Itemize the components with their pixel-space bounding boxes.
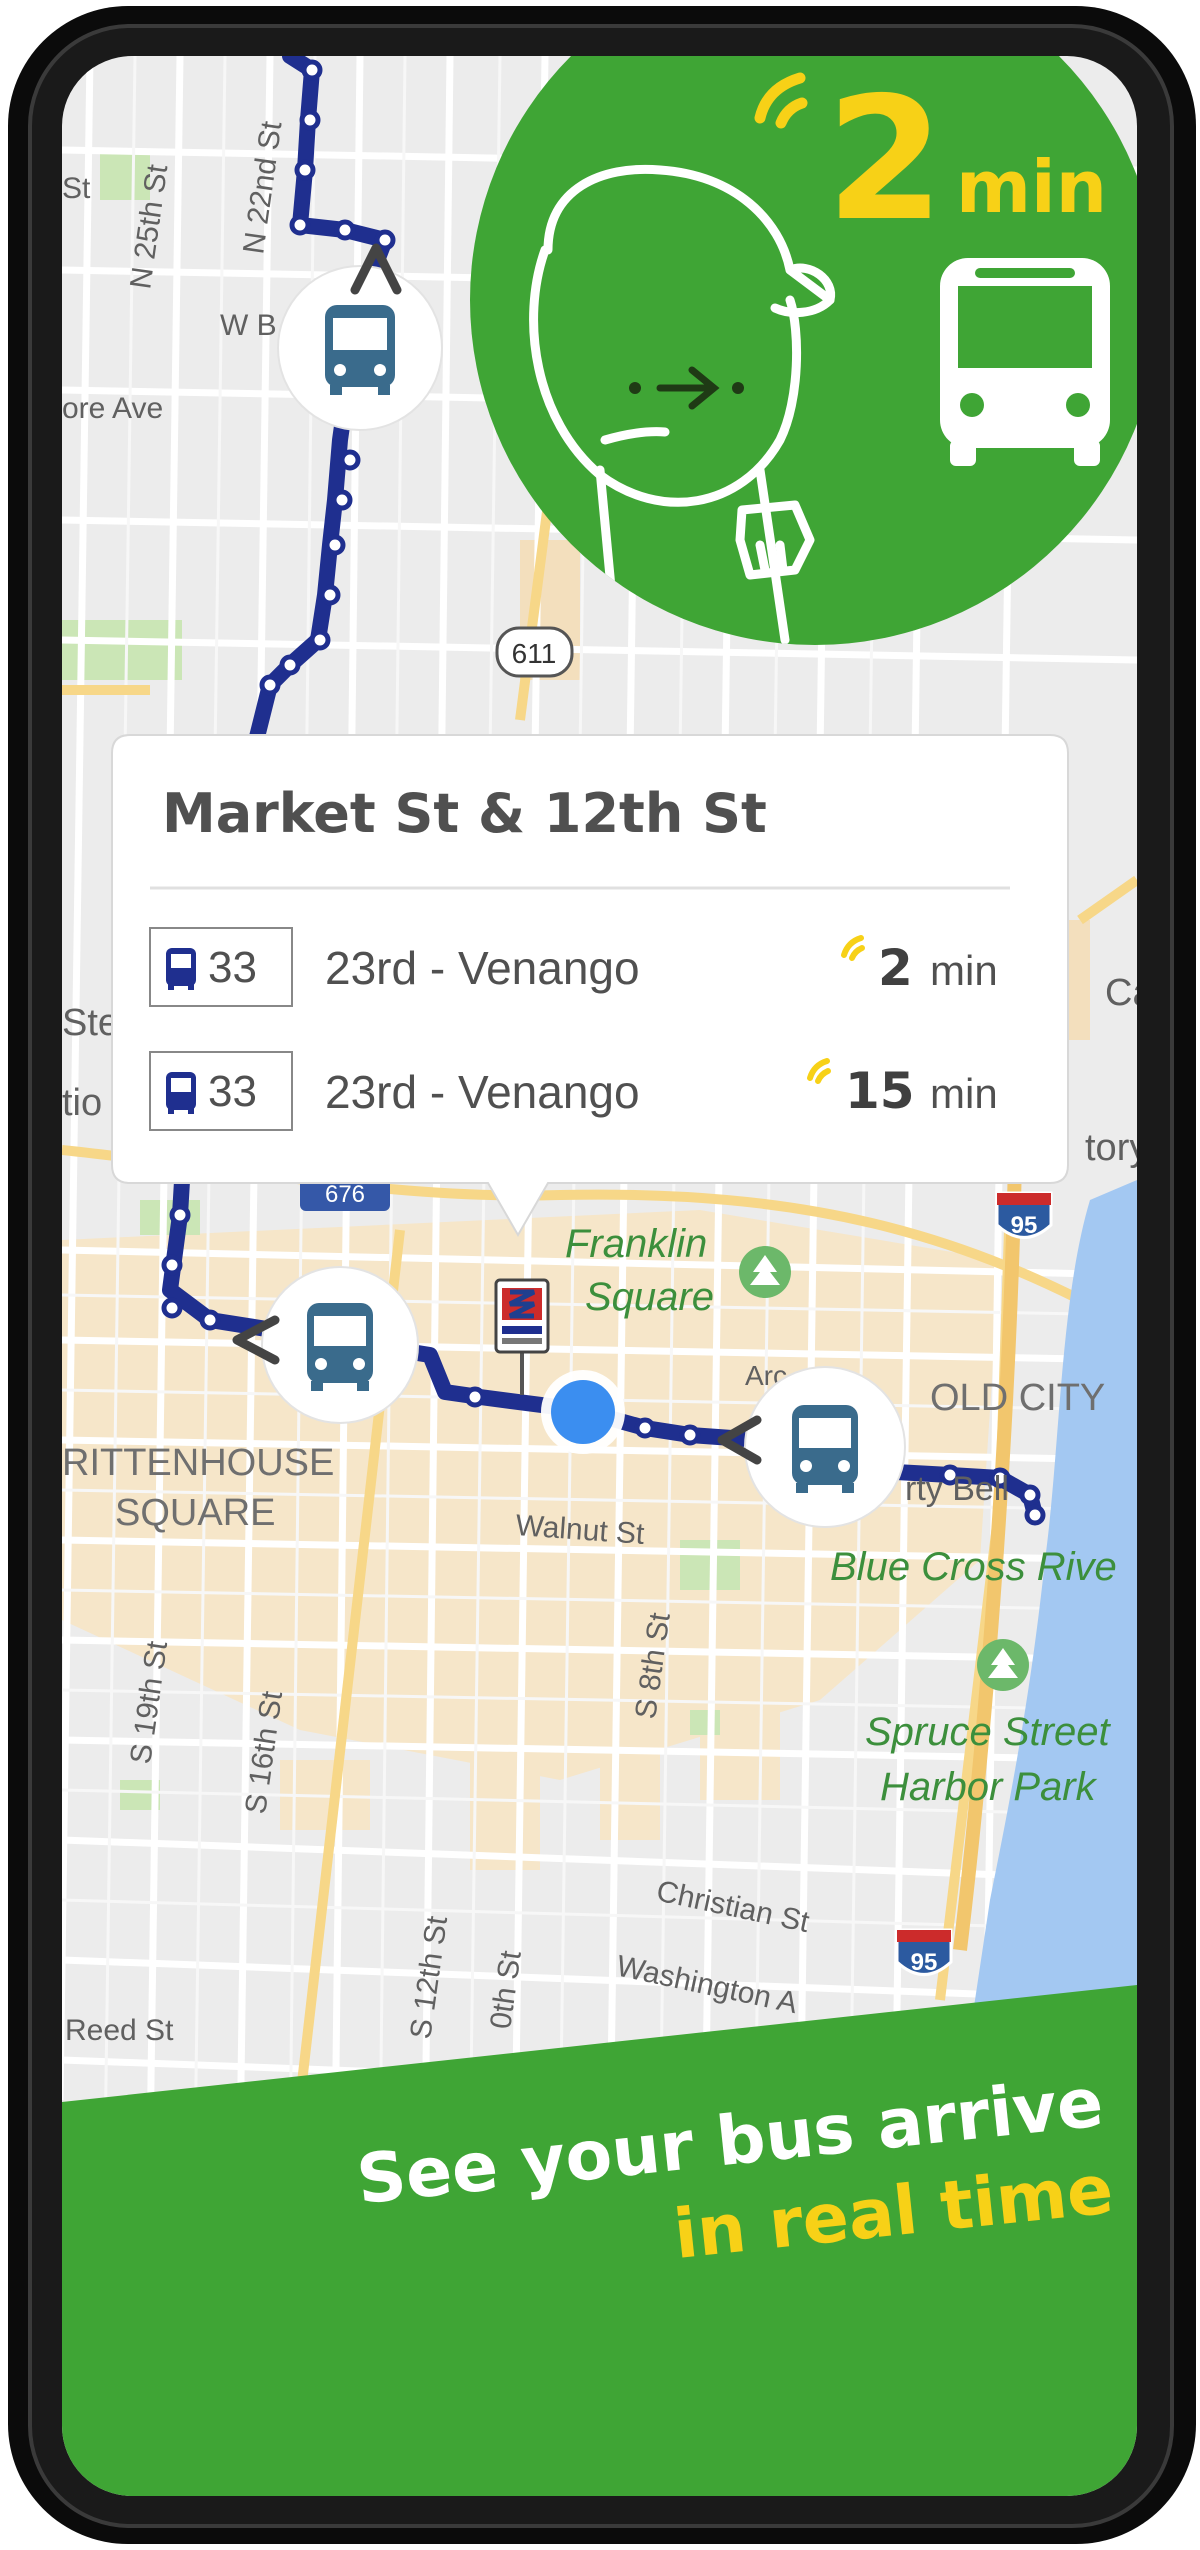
screen: N 25th St N 22nd St St W B ore Ave Walnu… <box>62 56 1137 2496</box>
mascot-eye <box>629 382 641 394</box>
badge-eta-value: 2 <box>826 61 944 259</box>
app-screenshot: N 25th St N 22nd St St W B ore Ave Walnu… <box>8 6 1196 2544</box>
map-label-blue-cross: Blue Cross Rive <box>830 1545 1117 1589</box>
map-label-rittenhouse-square: SQUARE <box>115 1492 275 1534</box>
bus-icon <box>166 948 196 990</box>
map-label-harbor-park: Harbor Park <box>880 1765 1098 1809</box>
bus-icon <box>307 1303 373 1391</box>
map-label-liberty: rty Bell <box>905 1470 1009 1508</box>
bus-icon <box>325 305 395 395</box>
svg-text:95: 95 <box>1011 1212 1038 1239</box>
map-label-tio: tio <box>62 1082 102 1124</box>
map-label-old-city: OLD CITY <box>930 1377 1105 1419</box>
user-location-dot[interactable] <box>541 1370 625 1454</box>
map-label-franklin-square: Square <box>585 1275 714 1319</box>
svg-text:95: 95 <box>911 1949 938 1976</box>
map-label-ore-ave: ore Ave <box>62 392 163 425</box>
highway-shield-611: 611 <box>495 626 574 678</box>
map-label-franklin: Franklin <box>565 1222 707 1266</box>
map-label-reed: Reed St <box>65 2014 174 2047</box>
bus-icon <box>166 1072 196 1114</box>
map-label-w-b: W B <box>220 309 277 342</box>
svg-text:611: 611 <box>512 638 557 669</box>
stop-info-card[interactable]: Market St & 12th St 33 23rd - Venango 2 … <box>111 734 1069 1238</box>
bus-icon <box>792 1405 858 1493</box>
route-number: 33 <box>208 943 257 992</box>
map-label-ste: Ste <box>62 1002 119 1044</box>
mascot-eye <box>732 382 744 394</box>
eta-value: 15 <box>845 1062 915 1120</box>
stop-title: Market St & 12th St <box>162 782 767 845</box>
eta-unit: min <box>930 1070 998 1117</box>
tree-icon <box>977 1639 1029 1691</box>
map-label-spruce: Spruce Street <box>865 1710 1111 1754</box>
interstate-shield-95: 95 <box>895 1928 953 1976</box>
interstate-shield-95: 95 <box>995 1191 1053 1239</box>
eta-value: 2 <box>878 939 913 997</box>
route-destination: 23rd - Venango <box>325 942 640 994</box>
route-number: 33 <box>208 1067 257 1116</box>
svg-text:676: 676 <box>325 1181 365 1208</box>
map-label-st: St <box>62 172 91 205</box>
badge-eta-unit: min <box>956 145 1107 229</box>
bus-icon <box>940 258 1110 466</box>
tree-icon <box>739 1246 791 1298</box>
route-destination: 23rd - Venango <box>325 1066 640 1118</box>
map-label-rittenhouse: RITTENHOUSE <box>62 1442 334 1484</box>
eta-unit: min <box>930 947 998 994</box>
